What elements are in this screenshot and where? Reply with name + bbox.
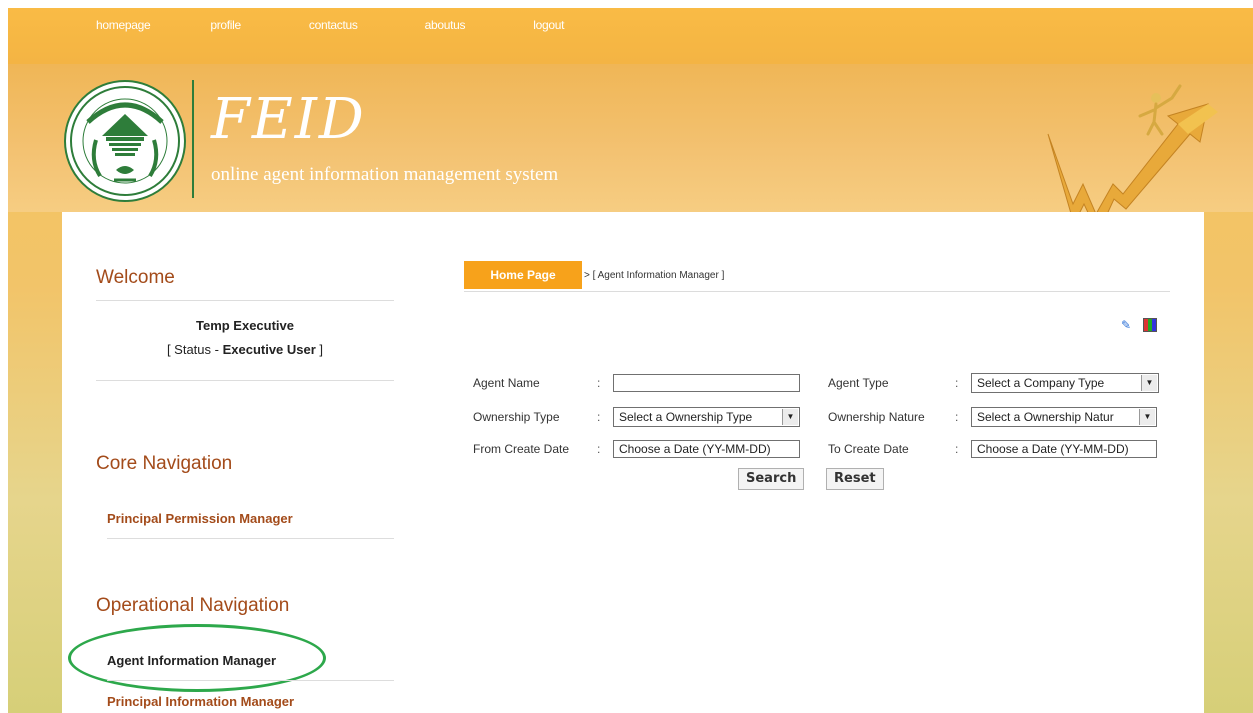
sidebar-item-principal-information-manager[interactable]: Principal Information Manager (107, 694, 294, 709)
operational-navigation-heading: Operational Navigation (96, 595, 290, 616)
colon: : (955, 376, 959, 390)
ownership-nature-label: Ownership Nature (828, 410, 925, 424)
agent-name-label: Agent Name (473, 376, 540, 390)
sidebar-divider (107, 538, 394, 539)
nav-homepage[interactable]: homepage (96, 18, 151, 32)
sidebar-divider (96, 300, 394, 301)
top-navigation-bar: homepage profile contactus aboutus logou… (8, 8, 1253, 64)
colon: : (955, 410, 959, 424)
colon: : (597, 410, 601, 424)
ownership-nature-select[interactable]: Select a Ownership Natur ▼ (971, 407, 1157, 427)
left-whitespace (0, 0, 8, 713)
brand-tagline: online agent information management syst… (211, 164, 559, 185)
agent-type-row: Agent Type : Select a Company Type ▼ (828, 372, 1159, 394)
ownership-type-label: Ownership Type (473, 410, 560, 424)
edit-icon[interactable]: ✎ (1121, 318, 1135, 332)
agent-type-selected: Select a Company Type (977, 376, 1105, 390)
user-status: [ Status - Executive User ] (96, 342, 394, 357)
color-grid-icon[interactable] (1143, 318, 1157, 332)
ownership-type-select[interactable]: Select a Ownership Type ▼ (613, 407, 800, 427)
site-header: FEID online agent information management… (8, 64, 1253, 236)
colon: : (597, 376, 601, 390)
top-nav-links: homepage profile contactus aboutus logou… (96, 18, 564, 32)
reset-button[interactable]: Reset (826, 468, 884, 490)
agent-name-input[interactable] (613, 374, 800, 392)
chevron-down-icon: ▼ (782, 409, 798, 425)
to-date-label: To Create Date (828, 442, 909, 456)
from-date-label: From Create Date (473, 442, 570, 456)
colon: : (955, 442, 959, 456)
sidebar: Welcome Temp Executive [ Status - Execut… (62, 212, 402, 713)
ownership-nature-selected: Select a Ownership Natur (977, 410, 1114, 424)
user-name: Temp Executive (195, 318, 295, 333)
core-navigation-heading: Core Navigation (96, 453, 233, 474)
top-whitespace (0, 0, 1253, 8)
ownership-type-row: Ownership Type : Select a Ownership Type… (473, 406, 800, 428)
welcome-heading: Welcome (96, 267, 175, 288)
ownership-nature-row: Ownership Nature : Select a Ownership Na… (828, 406, 1157, 428)
nav-logout[interactable]: logout (533, 18, 564, 32)
ownership-type-selected: Select a Ownership Type (619, 410, 753, 424)
to-date-input[interactable] (971, 440, 1157, 458)
sidebar-divider (107, 680, 394, 681)
agent-type-select[interactable]: Select a Company Type ▼ (971, 373, 1159, 393)
breadcrumb-trail: > [ Agent Information Manager ] (584, 270, 725, 281)
nav-contactus[interactable]: contactus (309, 18, 358, 32)
main-area: Home Page > [ Agent Information Manager … (464, 212, 1174, 713)
from-date-input[interactable] (613, 440, 800, 458)
colon: : (597, 442, 601, 456)
highlight-circle (68, 624, 326, 692)
bangladesh-bank-logo (64, 80, 186, 202)
home-page-button[interactable]: Home Page (464, 261, 582, 289)
toolbar-icons: ✎ (1121, 318, 1157, 332)
status-value: Executive User (222, 342, 316, 357)
content-panel: Welcome Temp Executive [ Status - Execut… (62, 212, 1204, 713)
search-button[interactable]: Search (738, 468, 805, 490)
nav-profile[interactable]: profile (210, 18, 241, 32)
brand-title: FEID (211, 87, 366, 152)
status-prefix: [ Status - (166, 342, 223, 357)
breadcrumb-divider (464, 291, 1170, 292)
agent-type-label: Agent Type (828, 376, 889, 390)
status-suffix: ] (315, 342, 324, 357)
chevron-down-icon: ▼ (1141, 375, 1157, 391)
logo-divider (192, 80, 194, 198)
agent-name-row: Agent Name : (473, 372, 800, 394)
chevron-down-icon: ▼ (1139, 409, 1155, 425)
sidebar-item-principal-permission-manager[interactable]: Principal Permission Manager (107, 511, 293, 526)
nav-aboutus[interactable]: aboutus (425, 18, 466, 32)
to-date-row: To Create Date : (828, 438, 1157, 460)
sidebar-divider (96, 380, 394, 381)
from-date-row: From Create Date : (473, 438, 800, 460)
